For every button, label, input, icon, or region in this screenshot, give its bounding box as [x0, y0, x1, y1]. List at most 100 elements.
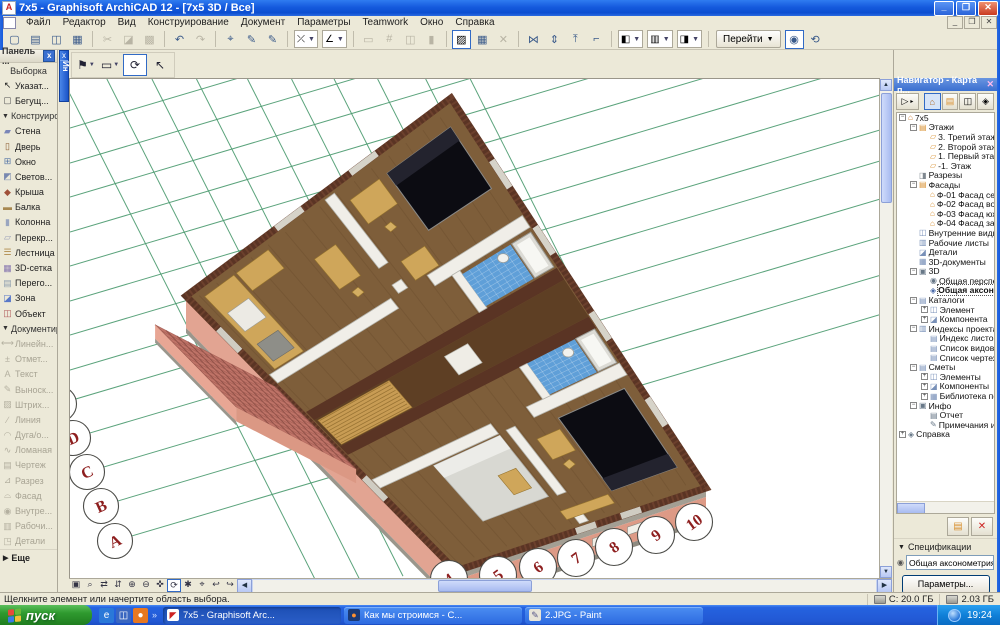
- marquee-tool[interactable]: ▢Бегущ...: [0, 93, 57, 108]
- close-icon[interactable]: ✕: [986, 79, 994, 90]
- project-map-icon[interactable]: ⌂: [924, 93, 941, 110]
- beam-tool[interactable]: ▬Балка: [0, 200, 57, 215]
- specifications-header[interactable]: ▼ Спецификации: [894, 538, 997, 554]
- tree-item[interactable]: ▱1. Первый этаж: [897, 151, 994, 161]
- expand-icon[interactable]: +: [921, 306, 928, 313]
- pen-icon[interactable]: ✎: [263, 30, 282, 49]
- detail-combo[interactable]: ◨▼: [677, 30, 702, 48]
- marquee-mode-combo[interactable]: ∠▼: [322, 30, 347, 48]
- menu-окно[interactable]: Окно: [414, 17, 449, 28]
- walk-icon[interactable]: ⟲: [806, 30, 825, 49]
- menu-документ[interactable]: Документ: [235, 17, 291, 28]
- render-icon[interactable]: ◉: [785, 30, 804, 49]
- menu-файл[interactable]: Файл: [20, 17, 57, 28]
- menu-teamwork[interactable]: Teamwork: [357, 17, 415, 28]
- collapse-icon[interactable]: −: [910, 325, 917, 332]
- tree-item[interactable]: ◫Внутренние виды: [897, 228, 994, 238]
- look-icon[interactable]: ⌖: [195, 579, 209, 592]
- polyline-tool[interactable]: ∿Ломаная: [0, 443, 57, 458]
- cut-icon[interactable]: ✂: [98, 30, 117, 49]
- interior-elevation-tool[interactable]: ◉Внутре...: [0, 503, 57, 518]
- drawing-tool[interactable]: ▤Чертеж: [0, 458, 57, 473]
- close-button[interactable]: ✕: [978, 1, 998, 16]
- task-button[interactable]: ✎2.JPG - Paint: [525, 607, 703, 624]
- tray-app-icon[interactable]: [948, 609, 961, 622]
- column-tool[interactable]: ▮Колонна: [0, 215, 57, 230]
- collapse-icon[interactable]: −: [910, 402, 917, 409]
- tree-item[interactable]: ▤Отчет: [897, 410, 994, 420]
- adjust-icon[interactable]: ⤒: [566, 30, 585, 49]
- undo-icon[interactable]: ↶: [170, 30, 189, 49]
- tree-item[interactable]: +◫Элементы: [897, 372, 994, 382]
- quick-launch-overflow[interactable]: »: [152, 610, 157, 620]
- collapse-icon[interactable]: −: [899, 114, 906, 121]
- ie-icon[interactable]: e: [99, 608, 114, 623]
- arrow-mode-combo[interactable]: ⤫▼: [294, 30, 318, 48]
- zoom-in-icon[interactable]: ⊕: [125, 579, 139, 592]
- zone-tool[interactable]: ◪Зона: [0, 291, 57, 306]
- section-view-combo[interactable]: ◧▼: [618, 30, 643, 48]
- magic-wand-icon[interactable]: ▦: [473, 30, 492, 49]
- collapse-icon[interactable]: −: [910, 268, 917, 275]
- orbit-icon[interactable]: ⟳: [123, 54, 147, 76]
- worksheet-tool[interactable]: ▥Рабочи...: [0, 519, 57, 534]
- slab-tool[interactable]: ▱Перекр...: [0, 230, 57, 245]
- trim-icon[interactable]: ⋈: [524, 30, 543, 49]
- skylight-tool[interactable]: ◩Светов...: [0, 169, 57, 184]
- tree-item[interactable]: +◫Элемент: [897, 305, 994, 315]
- fill-tool[interactable]: ▨Штрих...: [0, 397, 57, 412]
- task-button[interactable]: ◤7x5 - Graphisoft Arc...: [163, 607, 341, 624]
- tree-item[interactable]: ⌂Ф-01 Фасад сев: [897, 190, 994, 200]
- tree-item[interactable]: −▣3D: [897, 267, 994, 277]
- suspend-groups-icon[interactable]: ▨: [452, 30, 471, 49]
- menu-параметры[interactable]: Параметры: [291, 17, 356, 28]
- section-tool[interactable]: ⊿Разрез: [0, 473, 57, 488]
- detail-tool[interactable]: ◳Детали: [0, 534, 57, 549]
- toolbox-more[interactable]: ▶Еще: [0, 549, 57, 565]
- minimize-button[interactable]: _: [934, 1, 954, 16]
- next-zoom-icon[interactable]: ↪: [223, 579, 237, 592]
- view-map-icon[interactable]: ▤: [942, 93, 959, 110]
- label-tool[interactable]: ✎Выноск...: [0, 382, 57, 397]
- tree-item[interactable]: −▣Инфо: [897, 401, 994, 411]
- mdi-restore-button[interactable]: ❒: [964, 16, 980, 29]
- tree-item[interactable]: ✎Примечания и з: [897, 420, 994, 430]
- mdi-close-button[interactable]: ✕: [981, 16, 997, 29]
- firefox-icon[interactable]: ●: [133, 608, 148, 623]
- expand-icon[interactable]: +: [921, 373, 928, 380]
- tree-item[interactable]: ▥Рабочие листы: [897, 238, 994, 248]
- tree-item[interactable]: +◪Компонента: [897, 314, 994, 324]
- line-tool[interactable]: ∕Линия: [0, 412, 57, 427]
- tree-item[interactable]: −▤Каталоги: [897, 295, 994, 305]
- start-button[interactable]: пуск: [0, 605, 92, 625]
- navigator-title-bar[interactable]: Навигатор - Карта п... ✕: [894, 78, 997, 91]
- pan-icon[interactable]: ✜: [153, 579, 167, 592]
- layers-icon[interactable]: ◫: [401, 30, 420, 49]
- project-chooser-icon[interactable]: ▷▸: [896, 93, 919, 110]
- tree-item[interactable]: −⌂7x5: [897, 113, 994, 123]
- level-dimension-tool[interactable]: ±Отмет...: [0, 352, 57, 367]
- close-icon[interactable]: ✕: [494, 30, 513, 49]
- save-icon[interactable]: ◫: [47, 30, 66, 49]
- horizontal-scroll-thumb[interactable]: [438, 580, 532, 592]
- orbit-icon[interactable]: ⟳: [167, 579, 181, 592]
- inject-params-icon[interactable]: ✎: [242, 30, 261, 49]
- tree-item[interactable]: −▤Этажи: [897, 123, 994, 133]
- window-tool[interactable]: ⊞Окно: [0, 154, 57, 169]
- tree-item[interactable]: +◈Справка: [897, 430, 994, 440]
- navigator-hscrollbar[interactable]: [897, 501, 994, 513]
- wall-tool[interactable]: ▰Стена: [0, 124, 57, 139]
- roof-tool[interactable]: ◆Крыша: [0, 185, 57, 200]
- vertical-scroll-thumb[interactable]: [881, 93, 892, 203]
- tree-item[interactable]: ⌂Ф-04 Фасад зап: [897, 219, 994, 229]
- text-tool[interactable]: AТекст: [0, 367, 57, 382]
- horizontal-scrollbar[interactable]: [252, 579, 877, 593]
- expand-icon[interactable]: +: [921, 316, 928, 323]
- mesh-tool[interactable]: ▦3D-сетка: [0, 260, 57, 275]
- expand-icon[interactable]: +: [899, 431, 906, 438]
- menu-конструирование[interactable]: Конструирование: [142, 17, 235, 28]
- tree-item[interactable]: ◪Детали: [897, 247, 994, 257]
- tree-item[interactable]: ▱-1. Этаж: [897, 161, 994, 171]
- layout-combo[interactable]: ▥▼: [647, 30, 672, 48]
- door-tool[interactable]: ▯Дверь: [0, 139, 57, 154]
